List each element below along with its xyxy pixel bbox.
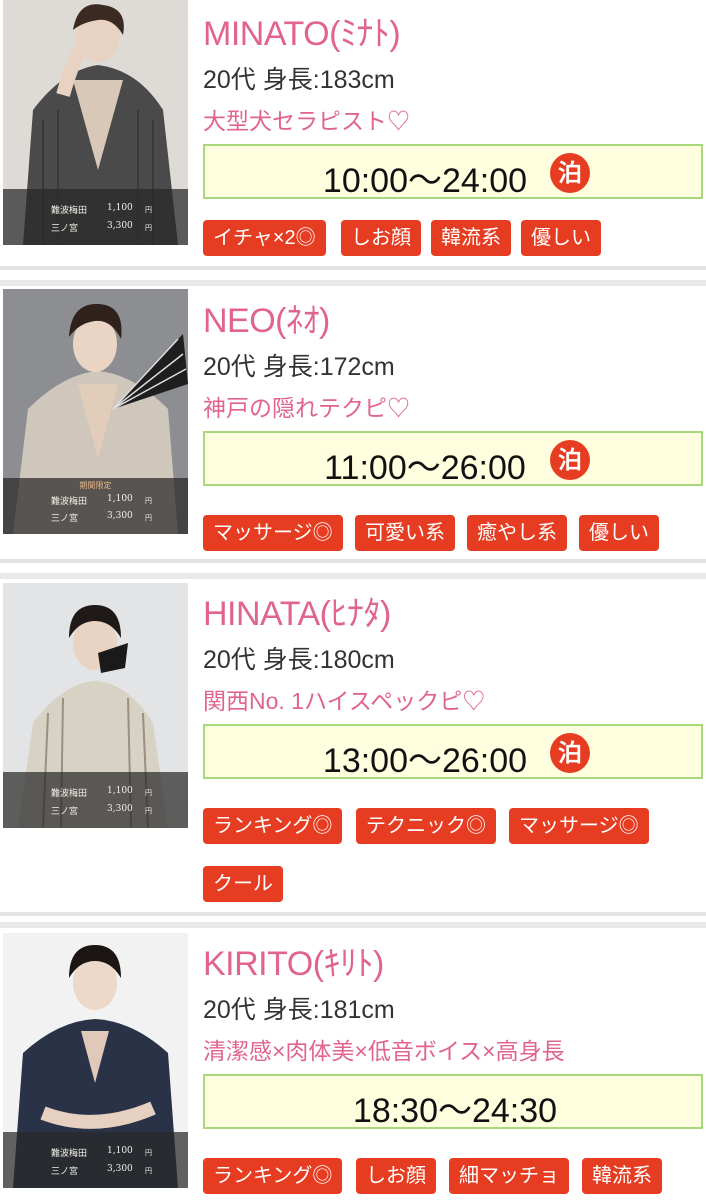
- tag: 韓流系: [582, 1158, 662, 1194]
- tag: イチャ×2◎: [203, 220, 326, 256]
- tag: ランキング◎: [203, 808, 343, 844]
- price-box: 難波梅田 1,100 円 三ノ宮 3,300 円: [3, 772, 188, 828]
- tag: 癒やし系: [467, 515, 567, 551]
- overnight-badge: 泊: [550, 153, 590, 193]
- card-divider: [0, 280, 706, 286]
- cast-name[interactable]: NEO(ﾈｵ): [203, 293, 330, 342]
- cast-photo[interactable]: 難波梅田 1,100 円 三ノ宮 3,300 円: [3, 583, 188, 828]
- cast-card-kirito[interactable]: 難波梅田 1,100 円 三ノ宮 3,300 円 KIRITO(ｷﾘﾄ) 20代 身長:…: [0, 930, 706, 1200]
- tag: マッサージ◎: [509, 808, 649, 844]
- cast-age-height: 20代 身長:183cm: [203, 66, 395, 94]
- cast-catchphrase: 大型犬セラピスト♡: [203, 108, 410, 134]
- cast-catchphrase: 関西No. 1ハイスペックピ♡: [203, 688, 486, 714]
- overnight-badge: 泊: [550, 440, 590, 480]
- tag: ランキング◎: [203, 1158, 343, 1194]
- work-hours: 18:30〜24:30: [352, 1092, 558, 1130]
- cast-name[interactable]: MINATO(ﾐﾅﾄ): [203, 6, 401, 55]
- tag: 韓流系: [431, 220, 511, 256]
- cast-photo[interactable]: 難波梅田 1,100 円 三ノ宮 3,300 円: [3, 0, 188, 245]
- cast-card-minato[interactable]: 難波梅田 1,100 円 三ノ宮 3,300 円 MINATO(ﾐﾅﾄ) 20代 身長:…: [0, 0, 706, 270]
- work-hours-box: 18:30〜24:30: [203, 1074, 703, 1130]
- card-divider: [0, 922, 706, 928]
- cast-catchphrase: 神戸の隠れテクピ♡: [203, 395, 410, 421]
- cast-age-height: 20代 身長:180cm: [203, 646, 395, 674]
- price-box: 難波梅田 1,100 円 三ノ宮 3,300 円: [3, 1132, 188, 1188]
- overnight-badge: 泊: [550, 733, 590, 773]
- price-box: 期間限定 難波梅田 1,100 円 三ノ宮 3,300 円: [3, 478, 188, 534]
- tag: 優しい: [521, 220, 601, 256]
- work-hours-box: 10:00〜24:00 泊: [203, 144, 703, 200]
- tag: マッサージ◎: [203, 515, 343, 551]
- cast-photo[interactable]: 期間限定 難波梅田 1,100 円 三ノ宮 3,300 円: [3, 289, 188, 534]
- cast-card-neo[interactable]: 期間限定 難波梅田 1,100 円 三ノ宮 3,300 円 NEO(ﾈｵ) 20代 身長…: [0, 287, 706, 563]
- cast-photo[interactable]: 難波梅田 1,100 円 三ノ宮 3,300 円: [3, 933, 188, 1188]
- tag: しお顔: [341, 220, 421, 256]
- tag: しお顔: [356, 1158, 436, 1194]
- tag: クール: [203, 866, 283, 902]
- cast-name[interactable]: KIRITO(ｷﾘﾄ): [203, 936, 384, 985]
- cast-age-height: 20代 身長:172cm: [203, 353, 395, 381]
- cast-name[interactable]: HINATA(ﾋﾅﾀ): [203, 586, 391, 635]
- cast-age-height: 20代 身長:181cm: [203, 996, 395, 1024]
- cast-card-hinata[interactable]: 難波梅田 1,100 円 三ノ宮 3,300 円 HINATA(ﾋﾅﾀ) 20代 身長:…: [0, 580, 706, 916]
- work-hours-box: 11:00〜26:00 泊: [203, 431, 703, 487]
- tag: 可愛い系: [355, 515, 455, 551]
- cast-catchphrase: 清潔感×肉体美×低音ボイス×高身長: [203, 1038, 565, 1064]
- work-hours-box: 13:00〜26:00 泊: [203, 724, 703, 780]
- tag: 優しい: [579, 515, 659, 551]
- tag: 細マッチョ: [449, 1158, 569, 1194]
- card-divider: [0, 573, 706, 579]
- tag: テクニック◎: [356, 808, 496, 844]
- price-box: 難波梅田 1,100 円 三ノ宮 3,300 円: [3, 189, 188, 245]
- limited-label: 期間限定: [79, 481, 112, 490]
